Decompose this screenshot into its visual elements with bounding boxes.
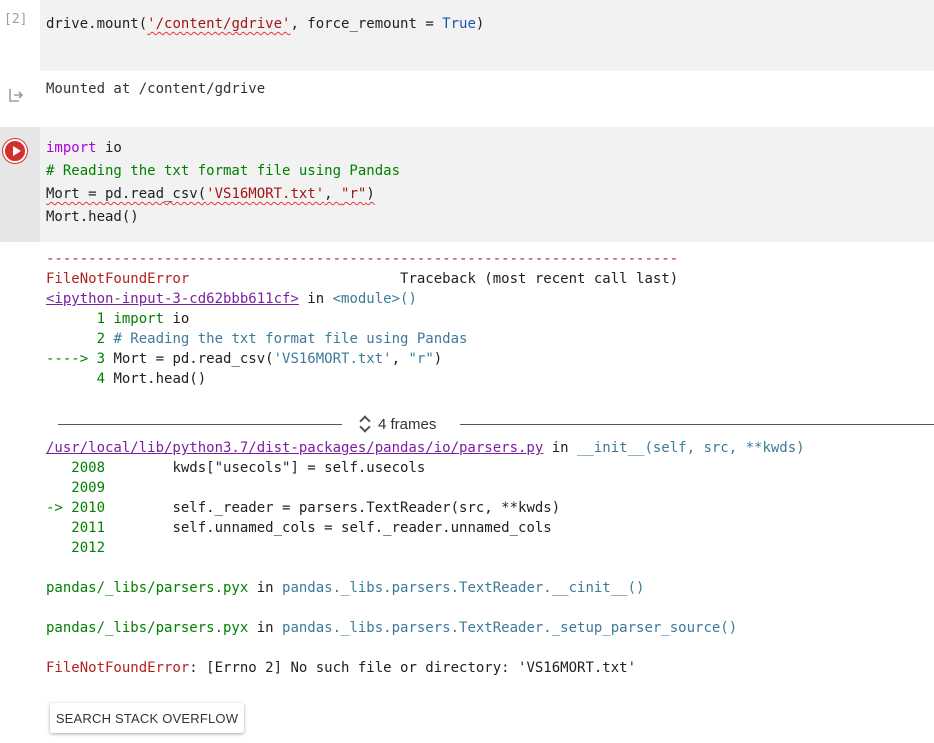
error-arrow-line-number: ----> 3 xyxy=(46,351,114,367)
error-name: FileNotFoundError xyxy=(46,660,190,676)
frames-count: 4 frames xyxy=(378,415,437,433)
code-text: , xyxy=(391,351,409,367)
pyx-file: pandas/_libs/parsers.pyx xyxy=(46,580,249,596)
error-arrow-line-number: -> 2010 xyxy=(46,500,106,516)
code-text: , force_remount = xyxy=(290,16,443,32)
ipython-input-link[interactable]: <ipython-input-3-cd62bbb611cf> xyxy=(46,291,299,307)
string-literal: '/content/gdrive' xyxy=(147,16,290,32)
parsers-line: 2012 xyxy=(46,540,105,556)
line-number: 2011 xyxy=(46,520,106,536)
parsers-line-error: -> 2010 self._reader = parsers.TextReade… xyxy=(46,500,560,516)
code-text: io xyxy=(96,140,122,156)
output-redirect-icon[interactable] xyxy=(8,87,24,103)
output-text: Mounted at /content/gdrive xyxy=(46,81,266,97)
string-literal: 'VS16MORT.txt' xyxy=(273,351,392,367)
keyword-import: import xyxy=(113,311,165,327)
frames-divider-right xyxy=(460,424,934,425)
frames-divider-left xyxy=(58,424,342,425)
line-number: 2009 xyxy=(46,480,106,496)
error-name: FileNotFoundError xyxy=(46,271,190,287)
traceback-header: FileNotFoundError Traceback (most recent… xyxy=(46,271,678,287)
code-text: self.unnamed_cols = self._reader.unnamed… xyxy=(105,520,552,536)
unfold-icon xyxy=(358,414,372,434)
code-editor[interactable] xyxy=(40,127,934,242)
line-number: 2012 xyxy=(46,540,106,556)
keyword-true: True xyxy=(442,16,476,32)
cell2-line-2: # Reading the txt format file using Pand… xyxy=(46,163,401,179)
run-cell-icon[interactable] xyxy=(3,139,27,163)
parsers-file-link[interactable]: /usr/local/lib/python3.7/dist-packages/p… xyxy=(46,440,543,456)
code-text: kwds["usecols"] = self.usecols xyxy=(105,460,426,476)
string-literal: "r" xyxy=(341,186,367,202)
string-literal: 'VS16MORT.txt' xyxy=(206,186,325,202)
parsers-line: 2008 kwds["usecols"] = self.usecols xyxy=(46,460,425,476)
parsers-line: 2011 self.unnamed_cols = self._reader.un… xyxy=(46,520,552,536)
code-text: , xyxy=(324,186,342,202)
line-number: 1 xyxy=(46,311,114,327)
traceback-divider: ----------------------------------------… xyxy=(46,251,679,267)
code-text: self._reader = parsers.TextReader(src, *… xyxy=(105,500,561,516)
parsers-line: 2009 xyxy=(46,480,105,496)
final-error: FileNotFoundError: [Errno 2] No such fil… xyxy=(46,660,636,676)
function-name: pandas._libs.parsers.TextReader.__cinit_… xyxy=(282,580,645,596)
search-stack-overflow-button[interactable]: SEARCH STACK OVERFLOW xyxy=(50,703,244,733)
source-line-2: 2 # Reading the txt format file using Pa… xyxy=(46,331,468,347)
line-number: 2 xyxy=(46,331,114,347)
function-name: __init__(self, src, **kwds) xyxy=(577,440,805,456)
code-text: ) xyxy=(433,351,443,367)
source-line-1: 1 import io xyxy=(46,311,190,327)
squiggle-code: Mort = pd.read_csv('VS16MORT.txt', "r") xyxy=(46,186,375,202)
in-text: in xyxy=(298,291,333,307)
line-number: 2008 xyxy=(46,460,106,476)
code-text: Mort = pd.read_csv( xyxy=(113,351,274,367)
cell2-line-1: import io xyxy=(46,140,122,156)
error-message: : [Errno 2] No such file or directory: '… xyxy=(189,660,637,676)
pyx-frame-2: pandas/_libs/parsers.pyx in pandas._libs… xyxy=(46,620,738,636)
cell2-line-4: Mort.head() xyxy=(46,209,139,225)
code-text: ) xyxy=(475,16,485,32)
traceback-location: <ipython-input-3-cd62bbb611cf> in <modul… xyxy=(46,291,417,307)
line-number: 4 xyxy=(46,371,114,387)
traceback-label: Traceback (most recent call last) xyxy=(400,271,679,287)
code-text: io xyxy=(164,311,190,327)
parsers-location: /usr/local/lib/python3.7/dist-packages/p… xyxy=(46,440,805,456)
code-text: Mort.head() xyxy=(113,371,207,387)
path-string: '/content/gdrive' xyxy=(147,16,291,32)
pyx-file: pandas/_libs/parsers.pyx xyxy=(46,620,249,636)
comment: # Reading the txt format file using Pand… xyxy=(113,331,468,347)
cell1-code-line[interactable]: drive.mount('/content/gdrive', force_rem… xyxy=(46,16,484,32)
source-line-4: 4 Mort.head() xyxy=(46,371,207,387)
execution-count: [2] xyxy=(4,12,28,27)
code-text: ) xyxy=(366,186,375,202)
expand-frames-toggle[interactable]: 4 frames xyxy=(358,414,436,434)
function-name: pandas._libs.parsers.TextReader._setup_p… xyxy=(282,620,738,636)
pyx-frame-1: pandas/_libs/parsers.pyx in pandas._libs… xyxy=(46,580,645,596)
code-text: drive.mount( xyxy=(46,16,148,32)
code-cell-1[interactable] xyxy=(40,0,934,71)
keyword-import: import xyxy=(46,140,97,156)
module-name: <module>() xyxy=(332,291,417,307)
cell2-line-3: Mort = pd.read_csv('VS16MORT.txt', "r") xyxy=(46,186,375,202)
string-literal: "r" xyxy=(408,351,434,367)
source-line-3: ----> 3 Mort = pd.read_csv('VS16MORT.txt… xyxy=(46,351,442,367)
code-text: Mort = pd.read_csv( xyxy=(46,186,207,202)
